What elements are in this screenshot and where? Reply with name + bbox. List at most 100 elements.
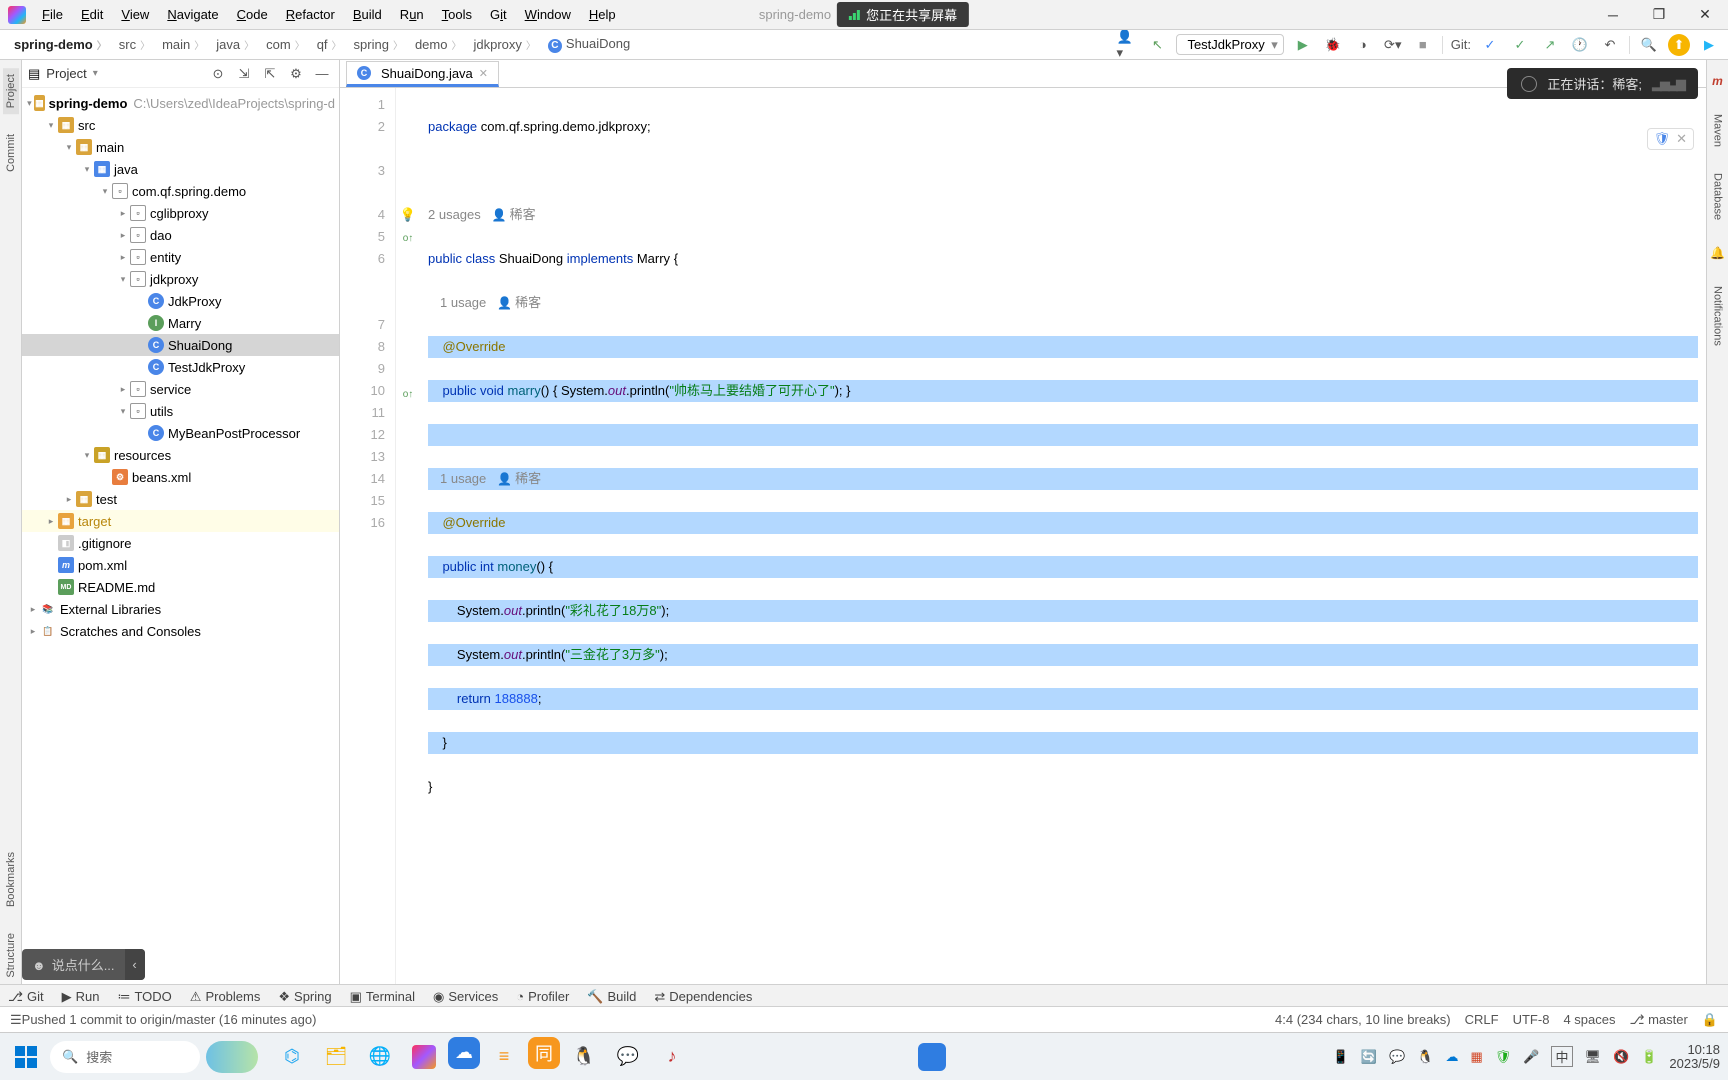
inspection-widget[interactable]: 🛡 ✕ <box>1647 128 1694 150</box>
git-commit-icon[interactable]: ✓ <box>1509 34 1531 56</box>
codewithme-icon[interactable]: ▶ <box>1698 34 1720 56</box>
tree-mybeanpostprocessor[interactable]: CMyBeanPostProcessor <box>22 422 339 444</box>
tab-profiler[interactable]: ◔ Profiler <box>516 989 569 1004</box>
tab-project[interactable]: Project <box>3 68 19 114</box>
tab-build[interactable]: 🔨 Build <box>587 989 636 1005</box>
hide-icon[interactable]: — <box>311 63 333 85</box>
tree-testjdkproxy[interactable]: CTestJdkProxy <box>22 356 339 378</box>
crumb-spring[interactable]: spring <box>348 35 409 54</box>
close-tab-icon[interactable]: ✕ <box>479 67 488 80</box>
tab-bookmarks[interactable]: Bookmarks <box>3 846 19 913</box>
expand-all-icon[interactable]: ⇲ <box>233 63 255 85</box>
git-push-icon[interactable]: ↗ <box>1539 34 1561 56</box>
tray-onedrive-icon[interactable]: ☁ <box>1445 1049 1458 1065</box>
classin-icon[interactable] <box>918 1043 946 1071</box>
menu-view[interactable]: View <box>113 3 157 26</box>
project-view-title[interactable]: Project <box>46 66 86 81</box>
menu-build[interactable]: Build <box>345 3 390 26</box>
wechat-icon[interactable]: 💬 <box>608 1037 648 1077</box>
explorer-icon[interactable]: 🗂 <box>316 1037 356 1077</box>
tray-shield-icon[interactable]: 🛡 <box>1495 1049 1512 1065</box>
tree-target[interactable]: ▸▦target <box>22 510 339 532</box>
run-config-selector[interactable]: TestJdkProxy <box>1176 34 1283 55</box>
crumb-class[interactable]: ShuaiDong <box>542 34 640 55</box>
build-hammer-icon[interactable]: ↖ <box>1146 34 1168 56</box>
git-rollback-icon[interactable]: ↶ <box>1599 34 1621 56</box>
menu-edit[interactable]: Edit <box>73 3 111 26</box>
tray-wechat-icon[interactable]: 💬 <box>1389 1049 1405 1065</box>
tray-phone-icon[interactable]: 📱 <box>1333 1049 1349 1065</box>
weather-widget[interactable] <box>206 1041 258 1073</box>
tree-readme[interactable]: MDREADME.md <box>22 576 339 598</box>
ide-updates-icon[interactable]: ⬆ <box>1668 34 1690 56</box>
chrome-icon[interactable]: 🌐 <box>360 1037 400 1077</box>
lightbulb-icon[interactable]: 💡 <box>400 207 416 222</box>
tray-ime[interactable]: 中 <box>1551 1046 1572 1067</box>
tree-package[interactable]: ▾▫com.qf.spring.demo <box>22 180 339 202</box>
git-update-icon[interactable]: ✓ <box>1479 34 1501 56</box>
collapse-all-icon[interactable]: ⇱ <box>259 63 281 85</box>
tree-test[interactable]: ▸▦test <box>22 488 339 510</box>
tab-dependencies[interactable]: ⇄ Dependencies <box>654 989 752 1005</box>
editor-tab[interactable]: C ShuaiDong.java ✕ <box>346 61 499 87</box>
music-icon[interactable]: ♪ <box>652 1037 692 1077</box>
settings-icon[interactable]: ⚙ <box>285 63 307 85</box>
line-separator[interactable]: CRLF <box>1465 1012 1499 1028</box>
chat-input-bubble[interactable]: ☻说点什么... ‹ <box>22 949 145 980</box>
tray-sync-icon[interactable]: 🔄 <box>1361 1049 1377 1065</box>
tree-java[interactable]: ▾▦java <box>22 158 339 180</box>
inspection-close-icon[interactable]: ✕ <box>1676 131 1687 147</box>
menu-help[interactable]: Help <box>581 3 624 26</box>
crumb-main[interactable]: main <box>156 35 210 54</box>
tree-src[interactable]: ▾▦src <box>22 114 339 136</box>
app-orange-icon[interactable]: 同 <box>528 1037 560 1069</box>
tray-display-icon[interactable]: 🖥 <box>1585 1049 1602 1065</box>
taskbar-clock[interactable]: 10:182023/5/9 <box>1669 1043 1720 1071</box>
tray-volume-icon[interactable]: 🔇 <box>1613 1049 1629 1065</box>
menu-code[interactable]: Code <box>229 3 276 26</box>
tree-scratches[interactable]: ▸📋Scratches and Consoles <box>22 620 339 642</box>
crumb-qf[interactable]: qf <box>311 35 348 54</box>
menu-refactor[interactable]: Refactor <box>278 3 343 26</box>
tab-git[interactable]: ⎇ Git <box>8 989 44 1005</box>
tab-commit[interactable]: Commit <box>3 128 19 178</box>
menu-navigate[interactable]: Navigate <box>159 3 226 26</box>
screen-share-banner[interactable]: 您正在共享屏幕 <box>837 2 969 27</box>
lock-icon[interactable]: 🔒 <box>1702 1012 1718 1028</box>
search-icon[interactable]: 🔍 <box>1638 34 1660 56</box>
sublime-icon[interactable]: ≡ <box>484 1037 524 1077</box>
tree-main[interactable]: ▾▦main <box>22 136 339 158</box>
tab-notifications[interactable]: Notifications <box>1710 280 1726 352</box>
menu-git[interactable]: Git <box>482 3 515 26</box>
locate-icon[interactable]: ⊙ <box>207 63 229 85</box>
tray-mic-icon[interactable]: 🎤 <box>1523 1049 1539 1065</box>
project-tree[interactable]: ▾▦spring-demoC:\Users\zed\IdeaProjects\s… <box>22 88 339 984</box>
code-editor[interactable]: 12345678910111213141516 💡o↑o↑ package co… <box>340 88 1706 984</box>
start-button[interactable] <box>8 1039 44 1075</box>
coverage-button[interactable]: ◑ <box>1352 34 1374 56</box>
crumb-java[interactable]: java <box>210 35 260 54</box>
tree-cglibproxy[interactable]: ▸▫cglibproxy <box>22 202 339 224</box>
tray-powerpoint-icon[interactable]: ▦ <box>1470 1049 1482 1065</box>
collapse-chat-icon[interactable]: ‹ <box>125 949 145 980</box>
tree-gitignore[interactable]: ◧.gitignore <box>22 532 339 554</box>
debug-button[interactable]: 🐞 <box>1322 34 1344 56</box>
caret-position[interactable]: 4:4 (234 chars, 10 line breaks) <box>1275 1012 1451 1028</box>
tray-qq-icon[interactable]: 🐧 <box>1417 1049 1433 1065</box>
git-branch[interactable]: ⎇ master <box>1629 1012 1687 1028</box>
crumb-jdkproxy[interactable]: jdkproxy <box>467 35 541 54</box>
intellij-icon[interactable] <box>404 1037 444 1077</box>
tree-shuaidong[interactable]: CShuaiDong <box>22 334 339 356</box>
crumb-com[interactable]: com <box>260 35 311 54</box>
tab-services[interactable]: ◉ Services <box>433 989 498 1005</box>
tab-run[interactable]: ▶ Run <box>62 989 100 1005</box>
tree-entity[interactable]: ▸▫entity <box>22 246 339 268</box>
taskbar-search[interactable]: 🔍 搜索 <box>50 1041 200 1073</box>
run-button[interactable]: ▶ <box>1292 34 1314 56</box>
tree-beans-xml[interactable]: ⚙beans.xml <box>22 466 339 488</box>
tree-pom[interactable]: mpom.xml <box>22 554 339 576</box>
meeting-icon[interactable]: ☁ <box>448 1037 480 1069</box>
crumb-root[interactable]: spring-demo <box>8 35 113 54</box>
menu-run[interactable]: Run <box>392 3 432 26</box>
speaking-overlay[interactable]: 正在讲话：稀客; ▂▅▃▆ <box>1507 68 1698 99</box>
